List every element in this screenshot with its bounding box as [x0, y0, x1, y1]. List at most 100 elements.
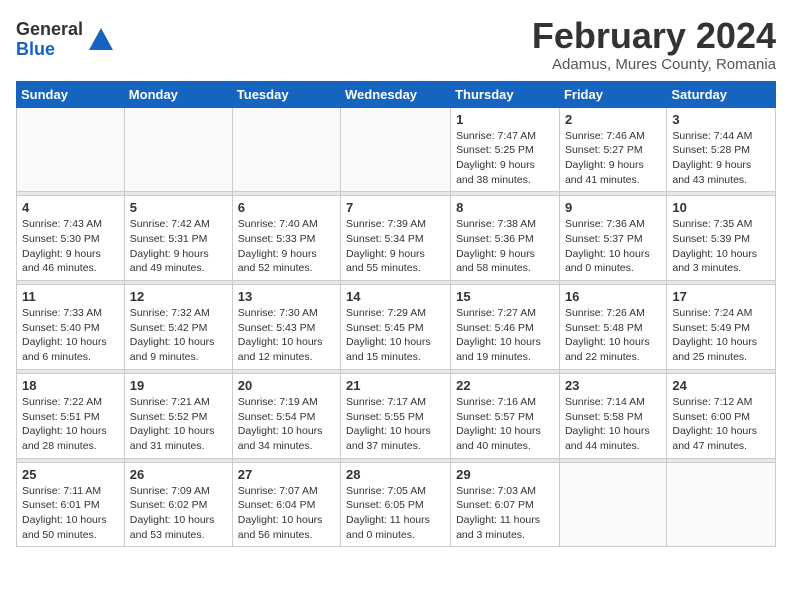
calendar-cell: 16 Sunrise: 7:26 AMSunset: 5:48 PMDayligh… — [559, 285, 666, 370]
calendar-cell — [559, 462, 666, 547]
calendar-cell: 7 Sunrise: 7:39 AMSunset: 5:34 PMDaylight… — [341, 196, 451, 281]
calendar-cell — [232, 107, 340, 192]
logo-text: General Blue — [16, 20, 83, 60]
calendar-cell — [667, 462, 776, 547]
calendar-cell: 29 Sunrise: 7:03 AMSunset: 6:07 PMDayligh… — [451, 462, 560, 547]
calendar-cell: 12 Sunrise: 7:32 AMSunset: 5:42 PMDayligh… — [124, 285, 232, 370]
day-number: 10 — [672, 200, 770, 215]
logo-line2: Blue — [16, 40, 83, 60]
day-info: Sunrise: 7:19 AMSunset: 5:54 PMDaylight:… — [238, 395, 335, 454]
day-info: Sunrise: 7:22 AMSunset: 5:51 PMDaylight:… — [22, 395, 119, 454]
weekday-header: Thursday — [451, 81, 560, 107]
day-info: Sunrise: 7:46 AMSunset: 5:27 PMDaylight:… — [565, 129, 661, 188]
day-info: Sunrise: 7:03 AMSunset: 6:07 PMDaylight:… — [456, 484, 554, 543]
day-number: 26 — [130, 467, 227, 482]
day-number: 4 — [22, 200, 119, 215]
day-number: 11 — [22, 289, 119, 304]
day-info: Sunrise: 7:24 AMSunset: 5:49 PMDaylight:… — [672, 306, 770, 365]
day-info: Sunrise: 7:44 AMSunset: 5:28 PMDaylight:… — [672, 129, 770, 188]
calendar-cell: 13 Sunrise: 7:30 AMSunset: 5:43 PMDayligh… — [232, 285, 340, 370]
day-number: 16 — [565, 289, 661, 304]
day-number: 24 — [672, 378, 770, 393]
calendar-table: SundayMondayTuesdayWednesdayThursdayFrid… — [16, 81, 776, 548]
day-info: Sunrise: 7:29 AMSunset: 5:45 PMDaylight:… — [346, 306, 445, 365]
day-info: Sunrise: 7:42 AMSunset: 5:31 PMDaylight:… — [130, 217, 227, 276]
day-number: 12 — [130, 289, 227, 304]
weekday-header: Friday — [559, 81, 666, 107]
calendar-subtitle: Adamus, Mures County, Romania — [532, 56, 776, 73]
calendar-cell: 17 Sunrise: 7:24 AMSunset: 5:49 PMDayligh… — [667, 285, 776, 370]
day-number: 27 — [238, 467, 335, 482]
calendar-cell: 11 Sunrise: 7:33 AMSunset: 5:40 PMDayligh… — [17, 285, 125, 370]
day-number: 13 — [238, 289, 335, 304]
calendar-cell: 26 Sunrise: 7:09 AMSunset: 6:02 PMDayligh… — [124, 462, 232, 547]
day-info: Sunrise: 7:39 AMSunset: 5:34 PMDaylight:… — [346, 217, 445, 276]
calendar-cell: 21Sunrise: 7:17 AMSunset: 5:55 PMDayligh… — [341, 373, 451, 458]
calendar-cell: 25 Sunrise: 7:11 AMSunset: 6:01 PMDayligh… — [17, 462, 125, 547]
day-number: 20 — [238, 378, 335, 393]
day-number: 6 — [238, 200, 335, 215]
day-number: 22 — [456, 378, 554, 393]
day-number: 15 — [456, 289, 554, 304]
day-number: 9 — [565, 200, 661, 215]
calendar-cell: 28 Sunrise: 7:05 AMSunset: 6:05 PMDayligh… — [341, 462, 451, 547]
calendar-week-row: 25 Sunrise: 7:11 AMSunset: 6:01 PMDayligh… — [17, 462, 776, 547]
day-info: Sunrise: 7:11 AMSunset: 6:01 PMDaylight:… — [22, 484, 119, 543]
day-info: Sunrise: 7:32 AMSunset: 5:42 PMDaylight:… — [130, 306, 227, 365]
logo-icon — [87, 26, 115, 54]
calendar-cell: 14Sunrise: 7:29 AMSunset: 5:45 PMDayligh… — [341, 285, 451, 370]
calendar-cell: 10 Sunrise: 7:35 AMSunset: 5:39 PMDayligh… — [667, 196, 776, 281]
calendar-cell: 27Sunrise: 7:07 AMSunset: 6:04 PMDayligh… — [232, 462, 340, 547]
day-number: 17 — [672, 289, 770, 304]
day-info: Sunrise: 7:16 AMSunset: 5:57 PMDaylight:… — [456, 395, 554, 454]
day-info: Sunrise: 7:14 AMSunset: 5:58 PMDaylight:… — [565, 395, 661, 454]
day-info: Sunrise: 7:26 AMSunset: 5:48 PMDaylight:… — [565, 306, 661, 365]
calendar-cell: 8 Sunrise: 7:38 AMSunset: 5:36 PMDaylight… — [451, 196, 560, 281]
day-number: 19 — [130, 378, 227, 393]
calendar-cell — [341, 107, 451, 192]
day-number: 18 — [22, 378, 119, 393]
day-info: Sunrise: 7:43 AMSunset: 5:30 PMDaylight:… — [22, 217, 119, 276]
calendar-cell — [124, 107, 232, 192]
day-info: Sunrise: 7:38 AMSunset: 5:36 PMDaylight:… — [456, 217, 554, 276]
weekday-header-row: SundayMondayTuesdayWednesdayThursdayFrid… — [17, 81, 776, 107]
day-info: Sunrise: 7:05 AMSunset: 6:05 PMDaylight:… — [346, 484, 445, 543]
day-number: 29 — [456, 467, 554, 482]
calendar-week-row: 4 Sunrise: 7:43 AMSunset: 5:30 PMDaylight… — [17, 196, 776, 281]
day-number: 8 — [456, 200, 554, 215]
weekday-header: Saturday — [667, 81, 776, 107]
calendar-cell: 2 Sunrise: 7:46 AMSunset: 5:27 PMDaylight… — [559, 107, 666, 192]
calendar-cell: 20 Sunrise: 7:19 AMSunset: 5:54 PMDayligh… — [232, 373, 340, 458]
day-number: 23 — [565, 378, 661, 393]
calendar-cell: 24 Sunrise: 7:12 AMSunset: 6:00 PMDayligh… — [667, 373, 776, 458]
day-info: Sunrise: 7:35 AMSunset: 5:39 PMDaylight:… — [672, 217, 770, 276]
day-number: 25 — [22, 467, 119, 482]
calendar-cell: 22 Sunrise: 7:16 AMSunset: 5:57 PMDayligh… — [451, 373, 560, 458]
calendar-week-row: 18 Sunrise: 7:22 AMSunset: 5:51 PMDayligh… — [17, 373, 776, 458]
day-number: 1 — [456, 112, 554, 127]
day-number: 7 — [346, 200, 445, 215]
day-info: Sunrise: 7:12 AMSunset: 6:00 PMDaylight:… — [672, 395, 770, 454]
weekday-header: Sunday — [17, 81, 125, 107]
calendar-cell: 5Sunrise: 7:42 AMSunset: 5:31 PMDaylight… — [124, 196, 232, 281]
calendar-cell: 9 Sunrise: 7:36 AMSunset: 5:37 PMDaylight… — [559, 196, 666, 281]
day-info: Sunrise: 7:40 AMSunset: 5:33 PMDaylight:… — [238, 217, 335, 276]
weekday-header: Monday — [124, 81, 232, 107]
header: General Blue February 2024 Adamus, Mures… — [16, 16, 776, 73]
day-info: Sunrise: 7:09 AMSunset: 6:02 PMDaylight:… — [130, 484, 227, 543]
day-number: 2 — [565, 112, 661, 127]
day-info: Sunrise: 7:30 AMSunset: 5:43 PMDaylight:… — [238, 306, 335, 365]
calendar-cell: 1Sunrise: 7:47 AMSunset: 5:25 PMDaylight… — [451, 107, 560, 192]
calendar-cell — [17, 107, 125, 192]
day-info: Sunrise: 7:33 AMSunset: 5:40 PMDaylight:… — [22, 306, 119, 365]
calendar-title: February 2024 — [532, 16, 776, 56]
calendar-cell: 23 Sunrise: 7:14 AMSunset: 5:58 PMDayligh… — [559, 373, 666, 458]
logo-line1: General — [16, 20, 83, 40]
calendar-cell: 15 Sunrise: 7:27 AMSunset: 5:46 PMDayligh… — [451, 285, 560, 370]
calendar-cell: 6 Sunrise: 7:40 AMSunset: 5:33 PMDaylight… — [232, 196, 340, 281]
day-info: Sunrise: 7:36 AMSunset: 5:37 PMDaylight:… — [565, 217, 661, 276]
calendar-week-row: 11 Sunrise: 7:33 AMSunset: 5:40 PMDayligh… — [17, 285, 776, 370]
day-number: 28 — [346, 467, 445, 482]
logo: General Blue — [16, 20, 115, 60]
day-info: Sunrise: 7:27 AMSunset: 5:46 PMDaylight:… — [456, 306, 554, 365]
